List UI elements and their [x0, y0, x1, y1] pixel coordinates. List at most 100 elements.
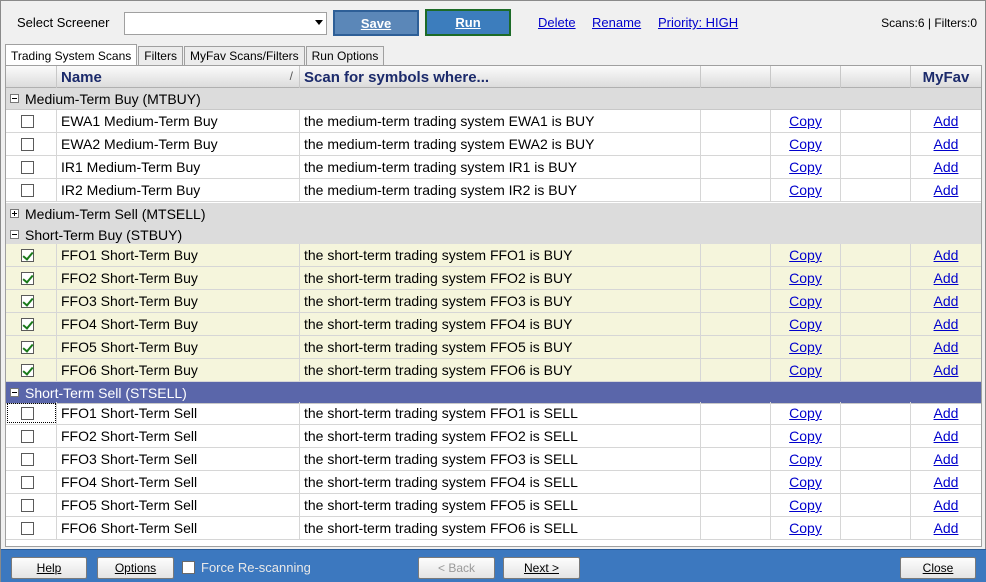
copy-link[interactable]: Copy: [771, 336, 841, 358]
checkbox-icon[interactable]: [21, 521, 34, 535]
table-row[interactable]: IR2 Medium-Term Buy the medium-term tradi…: [6, 179, 981, 202]
checkbox-icon[interactable]: [21, 363, 34, 377]
checkbox-icon[interactable]: [21, 475, 34, 489]
add-myfav-link[interactable]: Add: [911, 110, 981, 132]
priority-link[interactable]: Priority: HIGH: [658, 15, 738, 30]
table-row[interactable]: FFO3 Short-Term Buy the short-term tradin…: [6, 290, 981, 313]
collapse-icon[interactable]: [10, 230, 19, 239]
group-mtbuy[interactable]: Medium-Term Buy (MTBUY): [6, 88, 981, 110]
copy-link[interactable]: Copy: [771, 156, 841, 178]
row-checkbox-cell[interactable]: [6, 133, 57, 155]
row-checkbox-cell[interactable]: [6, 156, 57, 178]
scan-name[interactable]: FFO5 Short-Term Buy: [57, 336, 300, 358]
table-row[interactable]: EWA1 Medium-Term Buy the medium-term trad…: [6, 110, 981, 133]
group-stsell[interactable]: Short-Term Sell (STSELL): [6, 382, 981, 404]
header-scan[interactable]: Scan for symbols where...: [300, 66, 701, 88]
add-myfav-link[interactable]: Add: [911, 448, 981, 470]
scan-criteria[interactable]: the short-term trading system FFO5 is SE…: [300, 494, 701, 516]
add-myfav-link[interactable]: Add: [911, 359, 981, 381]
tab-myfav-scans-filters[interactable]: MyFav Scans/Filters: [183, 46, 305, 65]
table-row[interactable]: FFO4 Short-Term Sell the short-term tradi…: [6, 471, 981, 494]
row-checkbox-cell[interactable]: [6, 471, 57, 493]
group-mtsell[interactable]: Medium-Term Sell (MTSELL): [6, 203, 981, 225]
copy-link[interactable]: Copy: [771, 290, 841, 312]
tab-filters[interactable]: Filters: [138, 46, 183, 65]
checkbox-icon[interactable]: [21, 160, 34, 174]
row-checkbox-cell[interactable]: [6, 313, 57, 335]
scan-criteria[interactable]: the short-term trading system FFO3 is SE…: [300, 448, 701, 470]
table-row[interactable]: EWA2 Medium-Term Buy the medium-term trad…: [6, 133, 981, 156]
collapse-icon[interactable]: [10, 94, 19, 103]
table-row[interactable]: FFO6 Short-Term Buy the short-term tradin…: [6, 359, 981, 382]
checkbox-icon[interactable]: [21, 340, 34, 354]
save-button[interactable]: Save: [333, 10, 419, 36]
scan-name[interactable]: FFO2 Short-Term Buy: [57, 267, 300, 289]
screener-combo[interactable]: [124, 12, 327, 35]
scan-name[interactable]: FFO4 Short-Term Buy: [57, 313, 300, 335]
checkbox-icon[interactable]: [21, 114, 34, 128]
add-myfav-link[interactable]: Add: [911, 133, 981, 155]
add-myfav-link[interactable]: Add: [911, 494, 981, 516]
row-checkbox-cell[interactable]: [6, 110, 57, 132]
scan-criteria[interactable]: the short-term trading system FFO4 is SE…: [300, 471, 701, 493]
scan-name[interactable]: FFO5 Short-Term Sell: [57, 494, 300, 516]
scan-name[interactable]: FFO6 Short-Term Buy: [57, 359, 300, 381]
add-myfav-link[interactable]: Add: [911, 471, 981, 493]
table-row[interactable]: FFO5 Short-Term Sell the short-term tradi…: [6, 494, 981, 517]
options-button[interactable]: Options: [97, 557, 174, 579]
scan-criteria[interactable]: the short-term trading system FFO4 is BU…: [300, 313, 701, 335]
header-myfav[interactable]: MyFav: [911, 66, 981, 88]
table-row[interactable]: FFO2 Short-Term Buy the short-term tradin…: [6, 267, 981, 290]
scan-criteria[interactable]: the short-term trading system FFO6 is BU…: [300, 359, 701, 381]
checkbox-icon[interactable]: [21, 498, 34, 512]
table-row[interactable]: FFO6 Short-Term Sell the short-term tradi…: [6, 517, 981, 540]
scan-name[interactable]: FFO1 Short-Term Buy: [57, 244, 300, 266]
add-myfav-link[interactable]: Add: [911, 517, 981, 539]
add-myfav-link[interactable]: Add: [911, 425, 981, 447]
checkbox-icon[interactable]: [182, 561, 195, 574]
row-checkbox-cell[interactable]: [6, 425, 57, 447]
rename-link[interactable]: Rename: [592, 15, 641, 30]
copy-link[interactable]: Copy: [771, 359, 841, 381]
copy-link[interactable]: Copy: [771, 244, 841, 266]
add-myfav-link[interactable]: Add: [911, 267, 981, 289]
copy-link[interactable]: Copy: [771, 110, 841, 132]
checkbox-icon[interactable]: [21, 183, 34, 197]
table-row[interactable]: FFO5 Short-Term Buy the short-term tradin…: [6, 336, 981, 359]
checkbox-icon[interactable]: [21, 429, 34, 443]
copy-link[interactable]: Copy: [771, 179, 841, 201]
header-col4[interactable]: [701, 66, 771, 88]
scan-criteria[interactable]: the short-term trading system FFO1 is BU…: [300, 244, 701, 266]
next-button[interactable]: Next >: [503, 557, 580, 579]
row-checkbox-cell[interactable]: [6, 402, 57, 424]
scan-name[interactable]: FFO1 Short-Term Sell: [57, 402, 300, 424]
scan-criteria[interactable]: the short-term trading system FFO5 is BU…: [300, 336, 701, 358]
close-button[interactable]: Close: [900, 557, 976, 579]
scan-criteria[interactable]: the medium-term trading system EWA2 is B…: [300, 133, 701, 155]
table-row[interactable]: IR1 Medium-Term Buy the medium-term tradi…: [6, 156, 981, 179]
header-col6[interactable]: [841, 66, 911, 88]
copy-link[interactable]: Copy: [771, 402, 841, 424]
checkbox-icon[interactable]: [21, 248, 34, 262]
scan-name[interactable]: IR2 Medium-Term Buy: [57, 179, 300, 201]
scan-name[interactable]: FFO3 Short-Term Buy: [57, 290, 300, 312]
copy-link[interactable]: Copy: [771, 267, 841, 289]
copy-link[interactable]: Copy: [771, 494, 841, 516]
scan-name[interactable]: FFO3 Short-Term Sell: [57, 448, 300, 470]
row-checkbox-cell[interactable]: [6, 267, 57, 289]
scan-criteria[interactable]: the short-term trading system FFO1 is SE…: [300, 402, 701, 424]
scan-criteria[interactable]: the short-term trading system FFO2 is BU…: [300, 267, 701, 289]
scan-name[interactable]: FFO4 Short-Term Sell: [57, 471, 300, 493]
header-name[interactable]: Name /: [57, 66, 300, 88]
back-button[interactable]: < Back: [418, 557, 495, 579]
copy-link[interactable]: Copy: [771, 448, 841, 470]
copy-link[interactable]: Copy: [771, 425, 841, 447]
tab-trading-system-scans[interactable]: Trading System Scans: [5, 44, 138, 66]
scan-name[interactable]: FFO6 Short-Term Sell: [57, 517, 300, 539]
checkbox-icon[interactable]: [21, 317, 34, 331]
scan-criteria[interactable]: the short-term trading system FFO2 is SE…: [300, 425, 701, 447]
row-checkbox-cell[interactable]: [6, 517, 57, 539]
scan-criteria[interactable]: the short-term trading system FFO6 is SE…: [300, 517, 701, 539]
table-row[interactable]: FFO4 Short-Term Buy the short-term tradin…: [6, 313, 981, 336]
row-checkbox-cell[interactable]: [6, 448, 57, 470]
